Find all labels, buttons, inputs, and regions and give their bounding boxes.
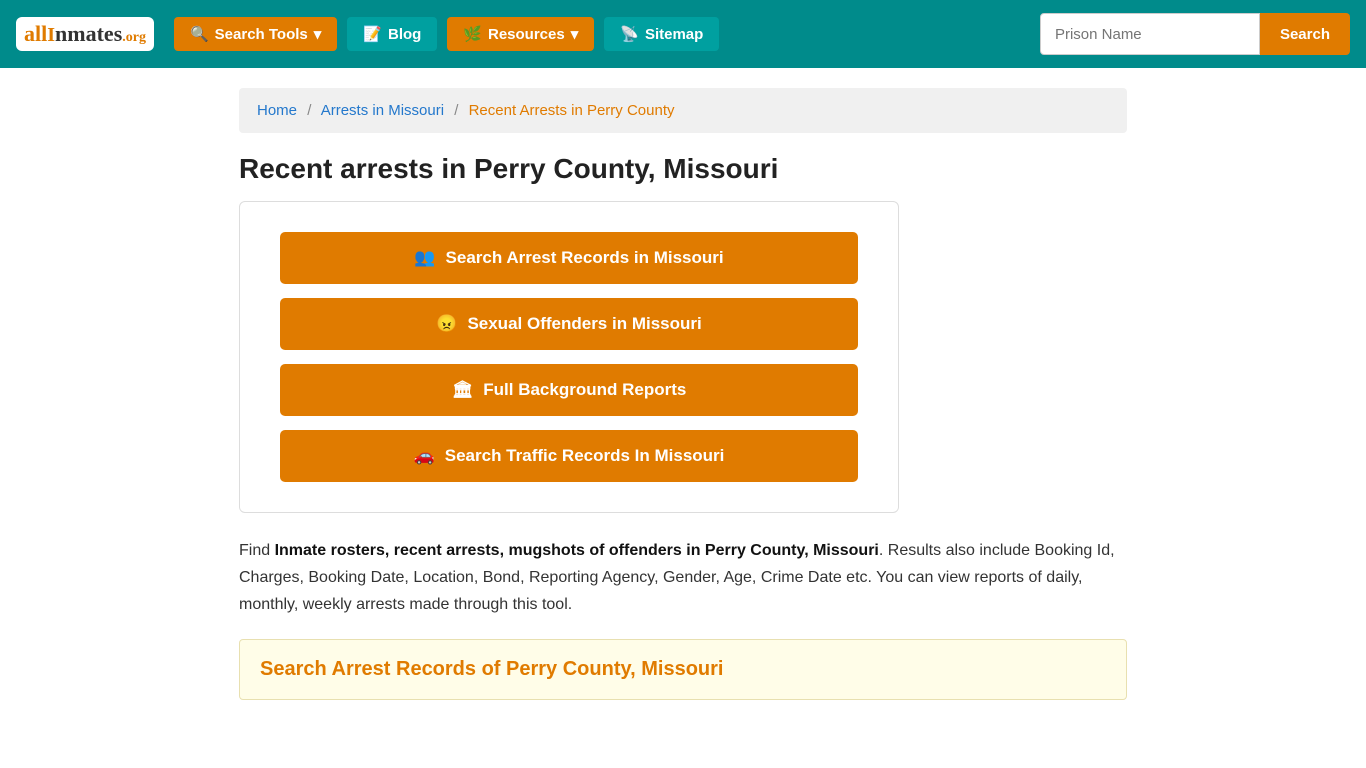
- main-content: Home / Arrests in Missouri / Recent Arre…: [223, 68, 1143, 720]
- resources-label: Resources: [488, 26, 565, 43]
- sitemap-icon: 📡: [620, 25, 639, 43]
- chevron-down-icon-resources: ▾: [571, 25, 579, 43]
- search-btn-label: Search: [1280, 26, 1330, 43]
- breadcrumb-home[interactable]: Home: [257, 102, 297, 119]
- search-tools-label: Search Tools: [215, 26, 308, 43]
- search-tools-button[interactable]: 🔍 Search Tools ▾: [174, 17, 337, 51]
- navbar-search: Search: [1040, 13, 1350, 55]
- building-icon: 🏛: [452, 380, 474, 400]
- description-bold: Inmate rosters, recent arrests, mugshots…: [275, 542, 879, 559]
- search-input[interactable]: [1040, 13, 1260, 55]
- logo[interactable]: allInmates.org: [16, 17, 154, 51]
- section-box: Search Arrest Records of Perry County, M…: [239, 639, 1127, 700]
- breadcrumb-arrests[interactable]: Arrests in Missouri: [321, 102, 444, 119]
- blog-button[interactable]: 📝 Blog: [347, 17, 437, 51]
- section-box-title: Search Arrest Records of Perry County, M…: [260, 658, 1106, 681]
- search-arrest-records-button[interactable]: 👥 Search Arrest Records in Missouri: [280, 232, 858, 284]
- sitemap-button[interactable]: 📡 Sitemap: [604, 17, 719, 51]
- background-reports-label: Full Background Reports: [483, 380, 686, 400]
- description-text: Find Inmate rosters, recent arrests, mug…: [239, 537, 1127, 619]
- chevron-down-icon: ▾: [314, 25, 322, 43]
- search-button[interactable]: Search: [1260, 13, 1350, 55]
- traffic-records-button[interactable]: 🚗 Search Traffic Records In Missouri: [280, 430, 858, 482]
- traffic-records-label: Search Traffic Records In Missouri: [445, 446, 725, 466]
- background-reports-button[interactable]: 🏛 Full Background Reports: [280, 364, 858, 416]
- sexual-offenders-label: Sexual Offenders in Missouri: [467, 314, 701, 334]
- page-title: Recent arrests in Perry County, Missouri: [239, 153, 1127, 185]
- search-tools-icon: 🔍: [190, 25, 209, 43]
- breadcrumb-current: Recent Arrests in Perry County: [469, 102, 675, 119]
- breadcrumb-separator-1: /: [307, 102, 311, 119]
- search-arrest-label: Search Arrest Records in Missouri: [446, 248, 724, 268]
- resources-icon: 🌿: [463, 25, 482, 43]
- action-buttons-box: 👥 Search Arrest Records in Missouri 😠 Se…: [239, 201, 899, 513]
- blog-icon: 📝: [363, 25, 382, 43]
- resources-button[interactable]: 🌿 Resources ▾: [447, 17, 594, 51]
- people-icon: 👥: [414, 248, 435, 268]
- sitemap-label: Sitemap: [645, 26, 703, 43]
- offender-icon: 😠: [436, 314, 457, 334]
- breadcrumb: Home / Arrests in Missouri / Recent Arre…: [239, 88, 1127, 133]
- navbar: allInmates.org 🔍 Search Tools ▾ 📝 Blog 🌿…: [0, 0, 1366, 68]
- description-prefix: Find: [239, 542, 275, 559]
- sexual-offenders-button[interactable]: 😠 Sexual Offenders in Missouri: [280, 298, 858, 350]
- breadcrumb-separator-2: /: [454, 102, 458, 119]
- blog-label: Blog: [388, 26, 421, 43]
- car-icon: 🚗: [414, 446, 435, 466]
